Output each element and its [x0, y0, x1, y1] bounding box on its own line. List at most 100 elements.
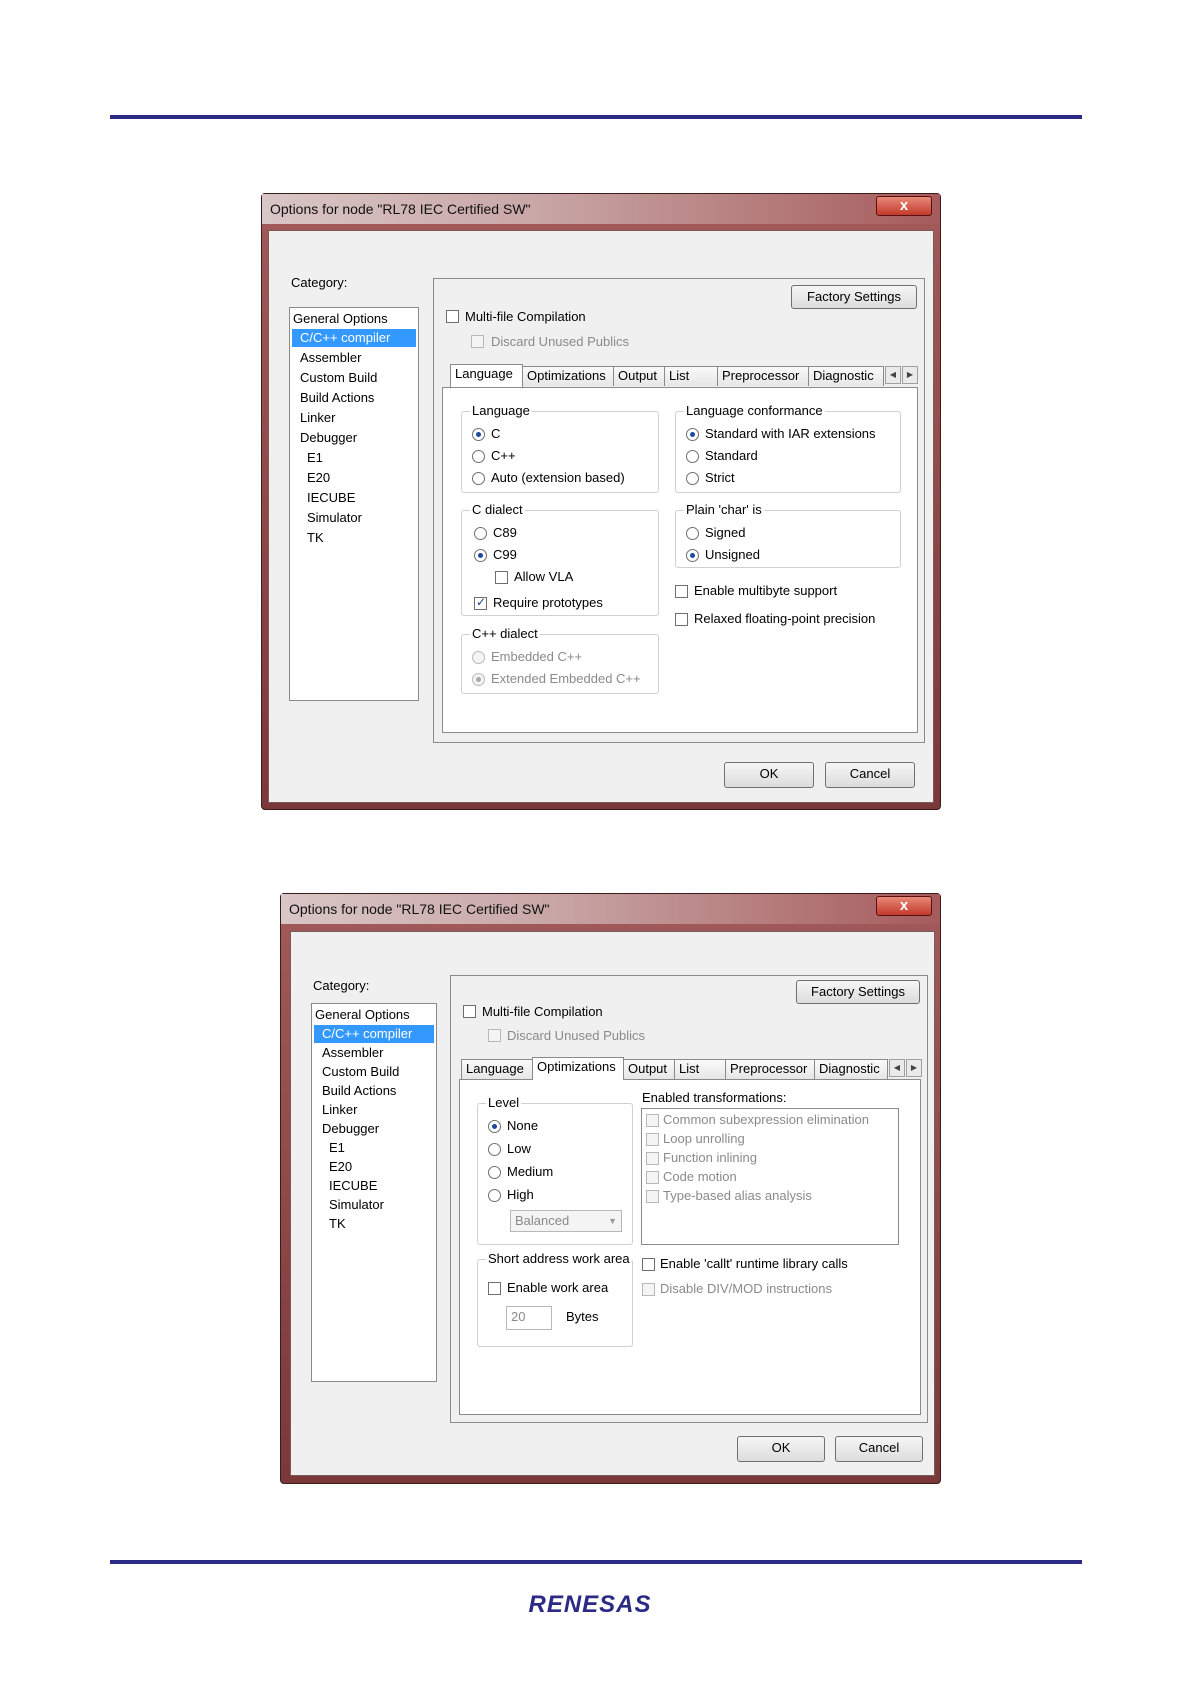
tab-output[interactable]: Output — [623, 1059, 675, 1079]
category-item[interactable]: E1 — [307, 449, 323, 467]
cancel-button[interactable]: Cancel — [825, 762, 915, 788]
transform-checkbox[interactable] — [646, 1190, 659, 1203]
category-item[interactable]: Linker — [322, 1101, 357, 1119]
lang-c-label: C — [491, 426, 501, 441]
tab-strip: Language Optimizations Output List Prepr… — [442, 364, 918, 387]
close-button[interactable]: x — [876, 196, 932, 216]
conf-strict-radio[interactable] — [686, 472, 699, 485]
extended-embedded-cpp-radio[interactable] — [472, 673, 485, 686]
multifile-checkbox[interactable] — [446, 310, 459, 323]
conf-standard-radio[interactable] — [686, 450, 699, 463]
level-low-radio[interactable] — [488, 1143, 501, 1156]
category-item[interactable]: Simulator — [329, 1196, 384, 1214]
tab-scroll-left-icon[interactable]: ◀ — [885, 366, 901, 384]
require-prototypes-checkbox[interactable] — [474, 595, 487, 610]
lang-c-radio[interactable] — [472, 428, 485, 441]
conf-iar-radio[interactable] — [686, 428, 699, 441]
category-item[interactable]: Debugger — [300, 429, 357, 447]
category-item[interactable]: E20 — [307, 469, 330, 487]
divmod-checkbox[interactable] — [642, 1283, 655, 1296]
level-medium-radio[interactable] — [488, 1166, 501, 1179]
tab-list[interactable]: List — [664, 366, 718, 386]
level-none-radio[interactable] — [488, 1120, 501, 1133]
multibyte-checkbox[interactable] — [675, 585, 688, 598]
cancel-button[interactable]: Cancel — [835, 1436, 923, 1462]
category-item[interactable]: Debugger — [322, 1120, 379, 1138]
category-label: Category: — [291, 275, 348, 290]
ok-button[interactable]: OK — [737, 1436, 825, 1462]
c99-radio[interactable] — [474, 549, 487, 562]
lang-auto-radio[interactable] — [472, 472, 485, 485]
tab-scroll-right-icon[interactable]: ▶ — [902, 366, 918, 384]
work-area-unit-label: Bytes — [566, 1309, 599, 1324]
tab-scroll-right-icon[interactable]: ▶ — [906, 1059, 922, 1077]
tab-language[interactable]: Language — [450, 364, 523, 387]
char-signed-radio[interactable] — [686, 527, 699, 540]
close-button[interactable]: x — [876, 896, 932, 916]
category-list[interactable]: General Options C/C++ compiler Assembler… — [289, 307, 419, 701]
tab-scroll-left-icon[interactable]: ◀ — [889, 1059, 905, 1077]
category-item[interactable]: Build Actions — [300, 389, 374, 407]
tab-optimizations[interactable]: Optimizations — [522, 366, 614, 386]
level-strategy-select[interactable]: Balanced ▼ — [510, 1210, 622, 1232]
relaxed-fp-checkbox[interactable] — [675, 613, 688, 626]
category-item[interactable]: General Options — [293, 310, 388, 328]
embedded-cpp-radio[interactable] — [472, 651, 485, 664]
category-item[interactable]: Simulator — [307, 509, 362, 527]
category-item[interactable]: Linker — [300, 409, 335, 427]
transform-checkbox[interactable] — [646, 1133, 659, 1146]
tab-diagnostic[interactable]: Diagnostic — [808, 366, 884, 386]
short-address-group-title: Short address work area — [486, 1251, 632, 1266]
lang-cpp-radio[interactable] — [472, 450, 485, 463]
work-area-size-input[interactable]: 20 — [506, 1306, 552, 1330]
tab-diagnostic[interactable]: Diagnostic — [814, 1059, 888, 1079]
category-item[interactable]: IECUBE — [329, 1177, 377, 1195]
footer-rule — [110, 1560, 1082, 1564]
tab-language[interactable]: Language — [461, 1059, 533, 1079]
category-item[interactable]: IECUBE — [307, 489, 355, 507]
tab-preprocessor[interactable]: Preprocessor — [717, 366, 809, 386]
transform-checkbox[interactable] — [646, 1114, 659, 1127]
category-item[interactable]: TK — [307, 529, 324, 547]
c89-radio[interactable] — [474, 527, 487, 540]
title-bar[interactable]: Options for node "RL78 IEC Certified SW"… — [262, 194, 940, 224]
transform-label: Function inlining — [663, 1150, 757, 1165]
category-item[interactable]: TK — [329, 1215, 346, 1233]
factory-settings-button[interactable]: Factory Settings — [796, 980, 920, 1004]
category-list[interactable]: General Options C/C++ compiler Assembler… — [311, 1003, 437, 1382]
category-item-selected[interactable]: C/C++ compiler — [314, 1025, 434, 1043]
category-item[interactable]: Custom Build — [300, 369, 377, 387]
category-item[interactable]: Assembler — [300, 349, 361, 367]
multifile-checkbox[interactable] — [463, 1005, 476, 1018]
transformations-list[interactable]: Common subexpression elimination Loop un… — [641, 1108, 899, 1245]
category-item[interactable]: E20 — [329, 1158, 352, 1176]
transform-checkbox[interactable] — [646, 1152, 659, 1165]
tab-optimizations[interactable]: Optimizations — [532, 1057, 624, 1080]
category-item[interactable]: Build Actions — [322, 1082, 396, 1100]
discard-publics-checkbox[interactable] — [471, 335, 484, 348]
ok-button[interactable]: OK — [724, 762, 814, 788]
category-item[interactable]: E1 — [329, 1139, 345, 1157]
tab-preprocessor[interactable]: Preprocessor — [725, 1059, 815, 1079]
category-item[interactable]: General Options — [315, 1006, 410, 1024]
c-dialect-group-title: C dialect — [470, 502, 525, 517]
transform-label: Code motion — [663, 1169, 737, 1184]
transform-checkbox[interactable] — [646, 1171, 659, 1184]
title-bar[interactable]: Options for node "RL78 IEC Certified SW"… — [281, 894, 940, 924]
options-dialog-optimizations: Options for node "RL78 IEC Certified SW"… — [280, 893, 941, 1484]
category-item-selected[interactable]: C/C++ compiler — [292, 329, 416, 347]
callt-checkbox[interactable] — [642, 1258, 655, 1271]
category-item[interactable]: Custom Build — [322, 1063, 399, 1081]
multibyte-label: Enable multibyte support — [694, 583, 838, 598]
c99-label: C99 — [493, 547, 517, 562]
category-item[interactable]: Assembler — [322, 1044, 383, 1062]
enable-work-area-checkbox[interactable] — [488, 1282, 501, 1295]
char-unsigned-radio[interactable] — [686, 549, 699, 562]
allow-vla-checkbox[interactable] — [495, 571, 508, 584]
close-icon: x — [899, 197, 909, 214]
tab-output[interactable]: Output — [613, 366, 665, 386]
discard-publics-checkbox[interactable] — [488, 1029, 501, 1042]
level-high-radio[interactable] — [488, 1189, 501, 1202]
factory-settings-button[interactable]: Factory Settings — [791, 285, 917, 309]
tab-list[interactable]: List — [674, 1059, 726, 1079]
